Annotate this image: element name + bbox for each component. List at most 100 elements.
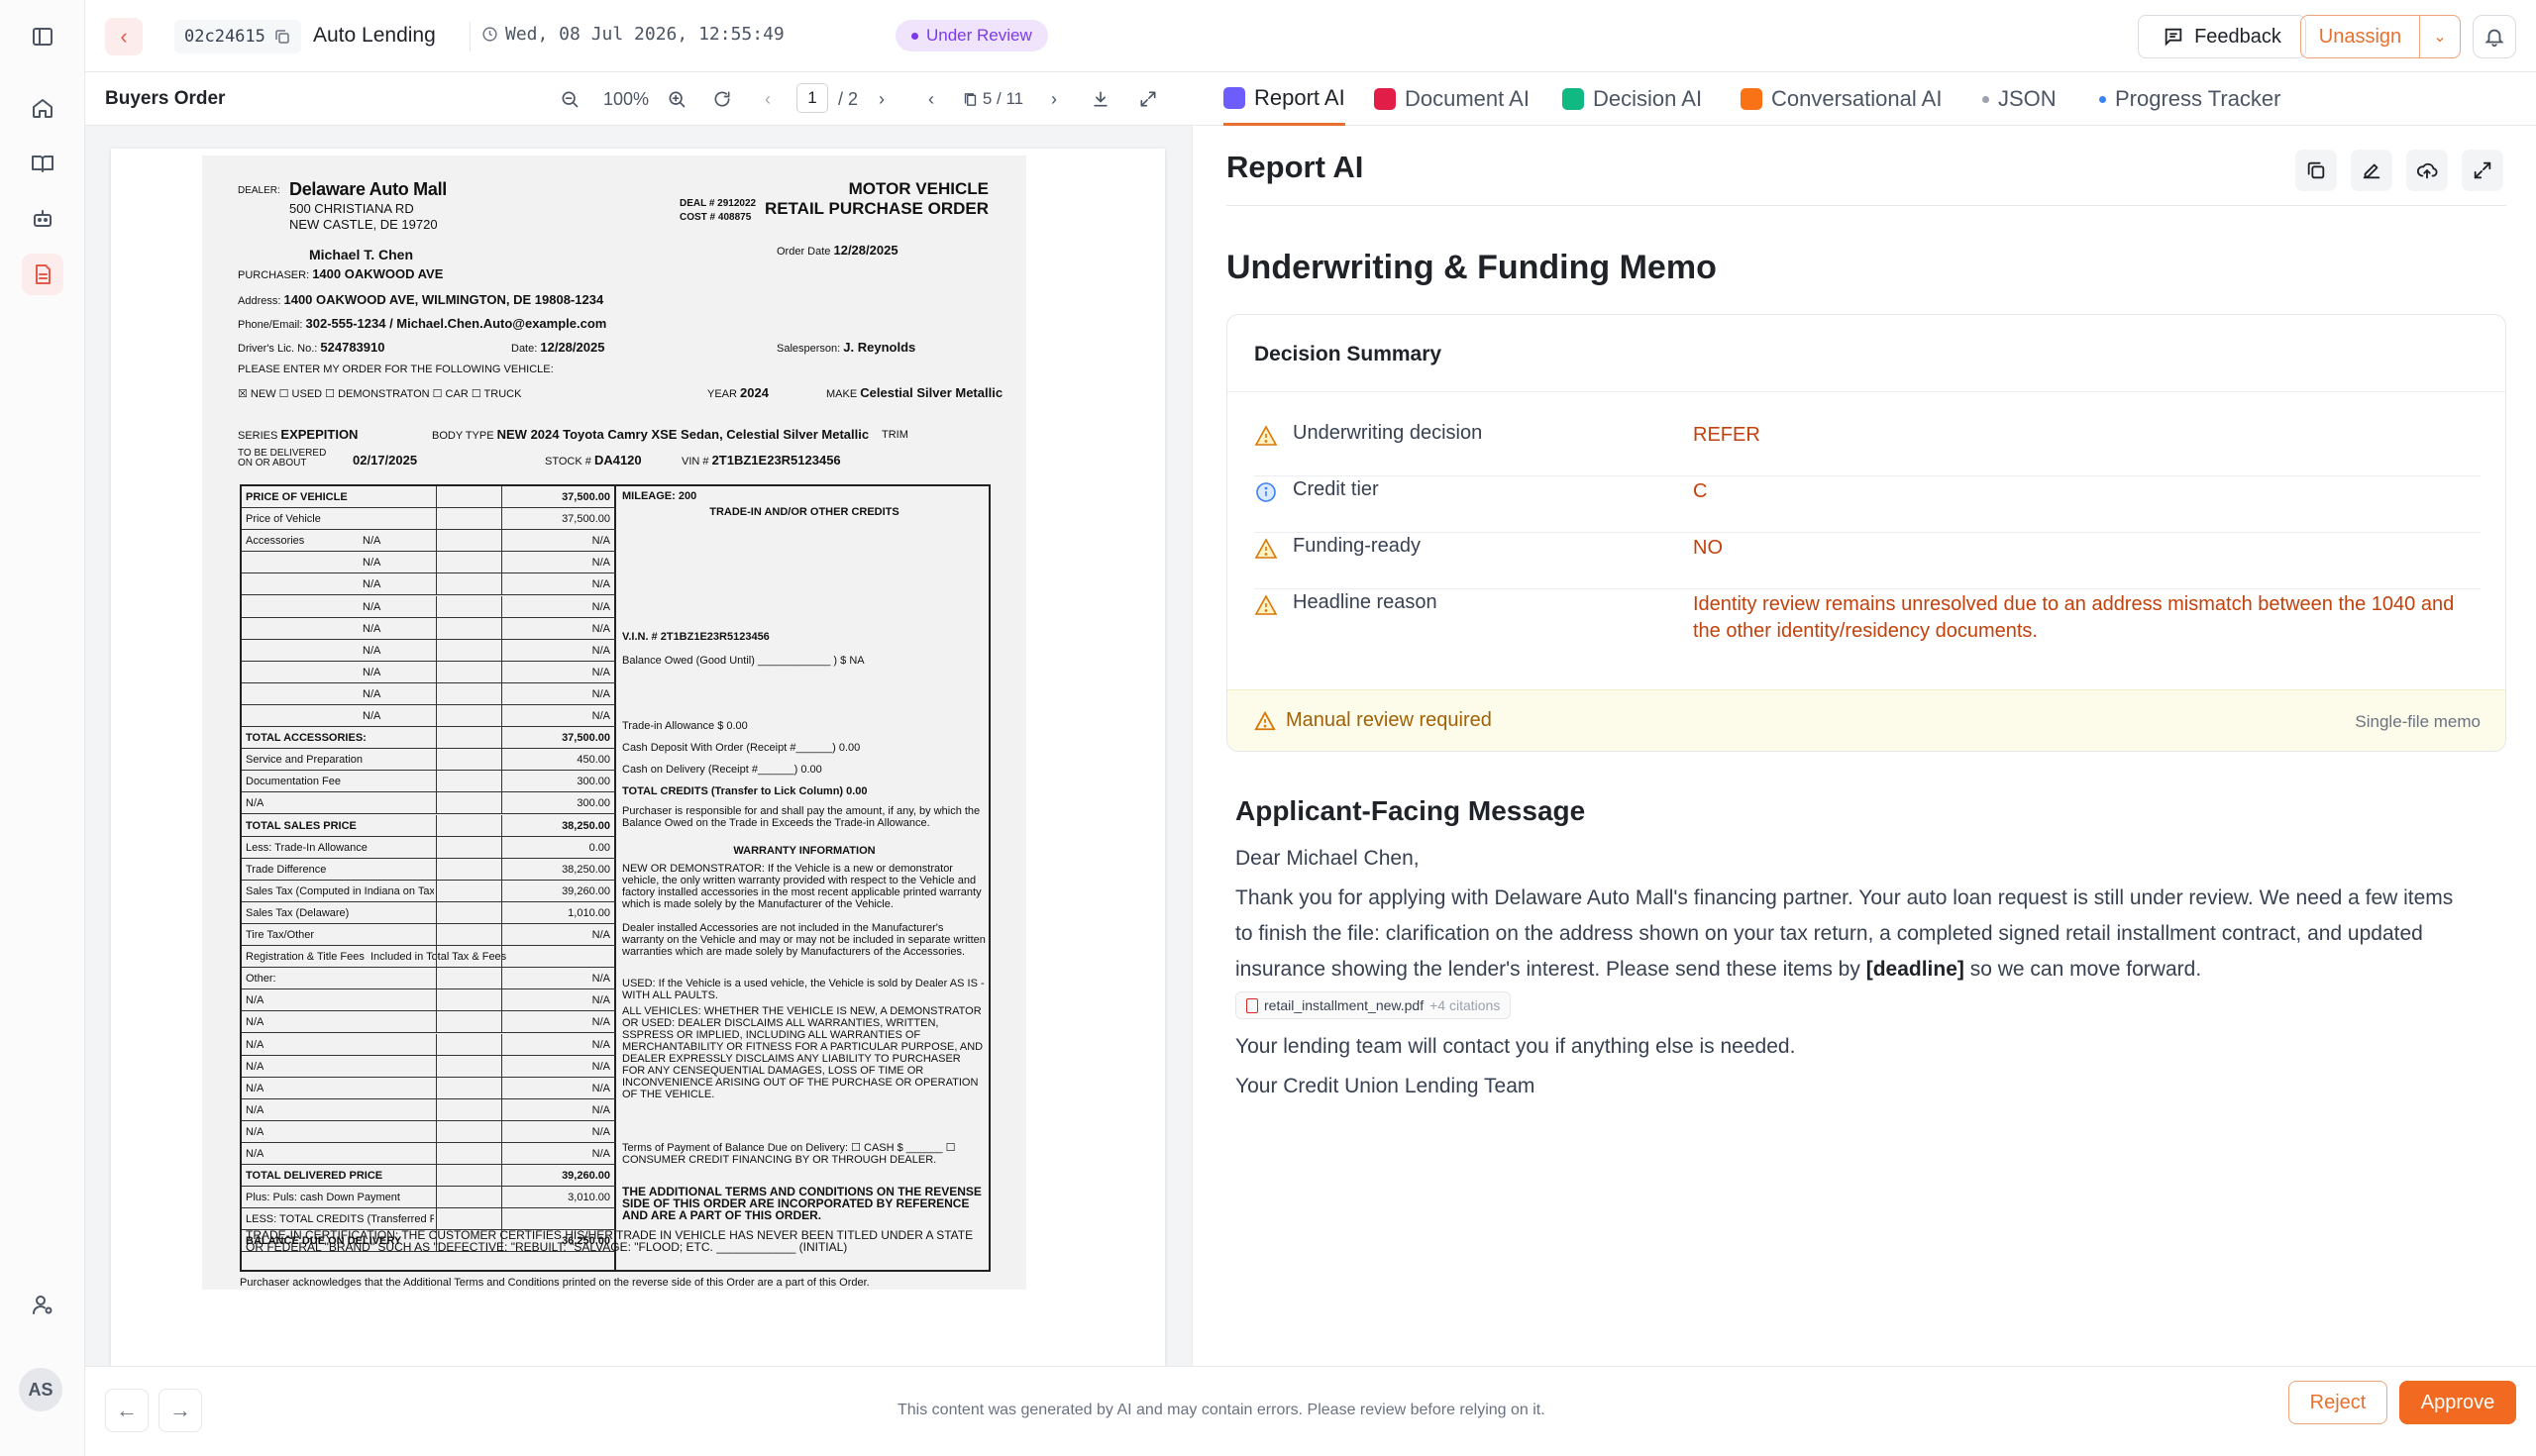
tab-progress-tracker[interactable]: Progress Tracker xyxy=(2099,72,2281,126)
price-row: N/A N/A xyxy=(242,682,616,705)
case-id-chip[interactable]: 02c24615 xyxy=(174,20,301,53)
download-icon[interactable] xyxy=(1088,86,1113,112)
manual-review: Manual review required xyxy=(1254,709,1492,732)
price-row: TOTAL ACCESSORIES: 37,500.00 xyxy=(242,727,616,750)
column-rule xyxy=(436,792,437,815)
page-number-input[interactable]: 1 xyxy=(796,83,828,113)
copy-icon[interactable] xyxy=(273,28,291,46)
edit-button[interactable] xyxy=(2351,150,2392,191)
tab-report-ai[interactable]: Report AI xyxy=(1223,72,1345,126)
tab-label: Decision AI xyxy=(1593,86,1703,111)
fullscreen-button[interactable] xyxy=(2462,150,2503,191)
order-date-label: Order Date xyxy=(777,246,831,258)
cash-deposit: Cash Deposit With Order (Receipt #______… xyxy=(622,742,861,754)
address-line: Address: 1400 OAKWOOD AVE, WILMINGTON, D… xyxy=(238,292,603,307)
home-icon[interactable] xyxy=(22,87,63,129)
next-case-button[interactable]: → xyxy=(158,1389,202,1432)
user-settings-icon[interactable] xyxy=(22,1284,63,1325)
message-body: Thank you for applying with Delaware Aut… xyxy=(1235,881,2474,1023)
tab-decision-ai[interactable]: Decision AI xyxy=(1562,72,1702,126)
message-body-end: so we can move forward. xyxy=(1963,958,2202,981)
price-row-value: N/A xyxy=(591,994,610,1007)
approve-button[interactable]: Approve xyxy=(2399,1381,2516,1424)
series-label: SERIES xyxy=(238,430,278,442)
phone-value: 302-555-1234 / Michael.Chen.Auto@example… xyxy=(305,316,607,331)
expand-icon[interactable] xyxy=(1135,86,1161,112)
column-rule xyxy=(436,705,437,727)
buyer-name: Michael T. Chen xyxy=(309,247,414,262)
price-row: Documentation Fee 300.00 xyxy=(242,771,616,793)
zoom-out-icon[interactable] xyxy=(557,86,582,112)
address-label: Address: xyxy=(238,295,281,307)
price-row-mid: N/A xyxy=(363,557,381,570)
zoom-in-icon[interactable] xyxy=(664,86,689,112)
upload-button[interactable] xyxy=(2406,150,2448,191)
price-row-mid: N/A xyxy=(363,622,381,635)
tab-conversational-ai[interactable]: Conversational AI xyxy=(1741,72,1942,126)
decision-value: NO xyxy=(1693,537,1723,559)
applicant-message-title: Applicant-Facing Message xyxy=(1235,795,1586,826)
citation-chip[interactable]: retail_installment_new.pdf +4 citations xyxy=(1235,991,1512,1020)
bot-icon[interactable] xyxy=(22,198,63,240)
column-rule xyxy=(436,1098,437,1121)
price-row-value: 1,010.00 xyxy=(568,906,610,919)
back-button[interactable]: ‹ xyxy=(105,18,143,55)
price-row-value: N/A xyxy=(591,644,610,657)
deal-numbers: DEAL # 2912022 COST # 408875 xyxy=(680,197,756,225)
chevron-down-icon[interactable]: ⌄ xyxy=(2420,16,2460,57)
datetime-text: Wed, 08 Jul 2026, 12:55:49 xyxy=(505,24,785,45)
price-table: PRICE OF VEHICLE 37,500.00 Price of Vehicl… xyxy=(240,484,991,1272)
prev-case-button[interactable]: ← xyxy=(105,1389,149,1432)
rotate-icon[interactable] xyxy=(709,86,735,112)
tab-document-ai[interactable]: Document AI xyxy=(1374,72,1530,126)
page-total: / 2 xyxy=(837,88,858,109)
document-position-text: 5 / 11 xyxy=(982,89,1024,108)
copy-button[interactable] xyxy=(2295,150,2337,191)
ai-tabs: Report AI Document AI Decision AI Conversat… xyxy=(1194,72,2536,126)
status-text: Under Review xyxy=(926,26,1032,45)
price-row-label: N/A xyxy=(246,994,264,1007)
sidebar-toggle-icon[interactable] xyxy=(22,16,63,57)
unassign-split-button: Unassign ⌄ xyxy=(2300,15,2461,58)
book-icon[interactable] xyxy=(22,143,63,184)
price-row-label: Less: Trade-In Allowance xyxy=(246,841,368,854)
price-row: Plus: Puls: cash Down Payment 3,010.00 xyxy=(242,1187,616,1209)
next-page-icon[interactable]: › xyxy=(870,86,894,112)
reject-button[interactable]: Reject xyxy=(2288,1381,2387,1424)
top-bar: ‹ 02c24615 Auto Lending Wed, 08 Jul 2026… xyxy=(85,0,2536,72)
order-date: 12/28/2025 xyxy=(833,243,898,258)
notifications-button[interactable] xyxy=(2473,15,2516,58)
tab-json[interactable]: JSON xyxy=(1982,72,2057,126)
next-document-icon[interactable]: › xyxy=(1042,86,1066,112)
balance-owed: Balance Owed (Good Until) ____________ )… xyxy=(622,655,865,667)
price-row: N/A N/A xyxy=(242,1011,616,1034)
unassign-button[interactable]: Unassign xyxy=(2301,16,2420,57)
case-id: 02c24615 xyxy=(184,27,265,47)
prev-document-icon[interactable]: ‹ xyxy=(919,86,943,112)
column-rule xyxy=(501,682,502,705)
decision-value: Identity review remains unresolved due t… xyxy=(1693,593,2455,642)
price-row-label: Other: xyxy=(246,973,276,986)
column-rule xyxy=(436,530,437,553)
column-rule xyxy=(501,705,502,727)
warranty-all: ALL VEHICLES: WHETHER THE VEHICLE IS NEW… xyxy=(622,1005,984,1100)
price-row-value: 38,250.00 xyxy=(562,863,610,876)
date-label: Date: xyxy=(511,343,538,355)
column-rule xyxy=(436,682,437,705)
column-rule xyxy=(436,1033,437,1056)
prev-page-icon[interactable]: ‹ xyxy=(755,86,781,112)
year-value: 2024 xyxy=(740,385,769,400)
document-icon[interactable] xyxy=(22,254,63,295)
column-rule xyxy=(501,946,502,969)
stock-line: STOCK # DA4120 xyxy=(545,453,642,468)
column-rule xyxy=(436,1165,437,1188)
copy-icon xyxy=(2307,161,2325,179)
price-row: N/A N/A xyxy=(242,552,616,574)
avatar[interactable]: AS xyxy=(19,1368,62,1411)
card-footer: Manual review required Single-file memo xyxy=(1227,689,2505,751)
status-badge: Under Review xyxy=(896,20,1048,52)
column-rule xyxy=(501,1055,502,1078)
feedback-button[interactable]: Feedback xyxy=(2138,15,2306,58)
price-row-value: 39,260.00 xyxy=(562,1170,610,1183)
price-row: N/A N/A xyxy=(242,1098,616,1121)
